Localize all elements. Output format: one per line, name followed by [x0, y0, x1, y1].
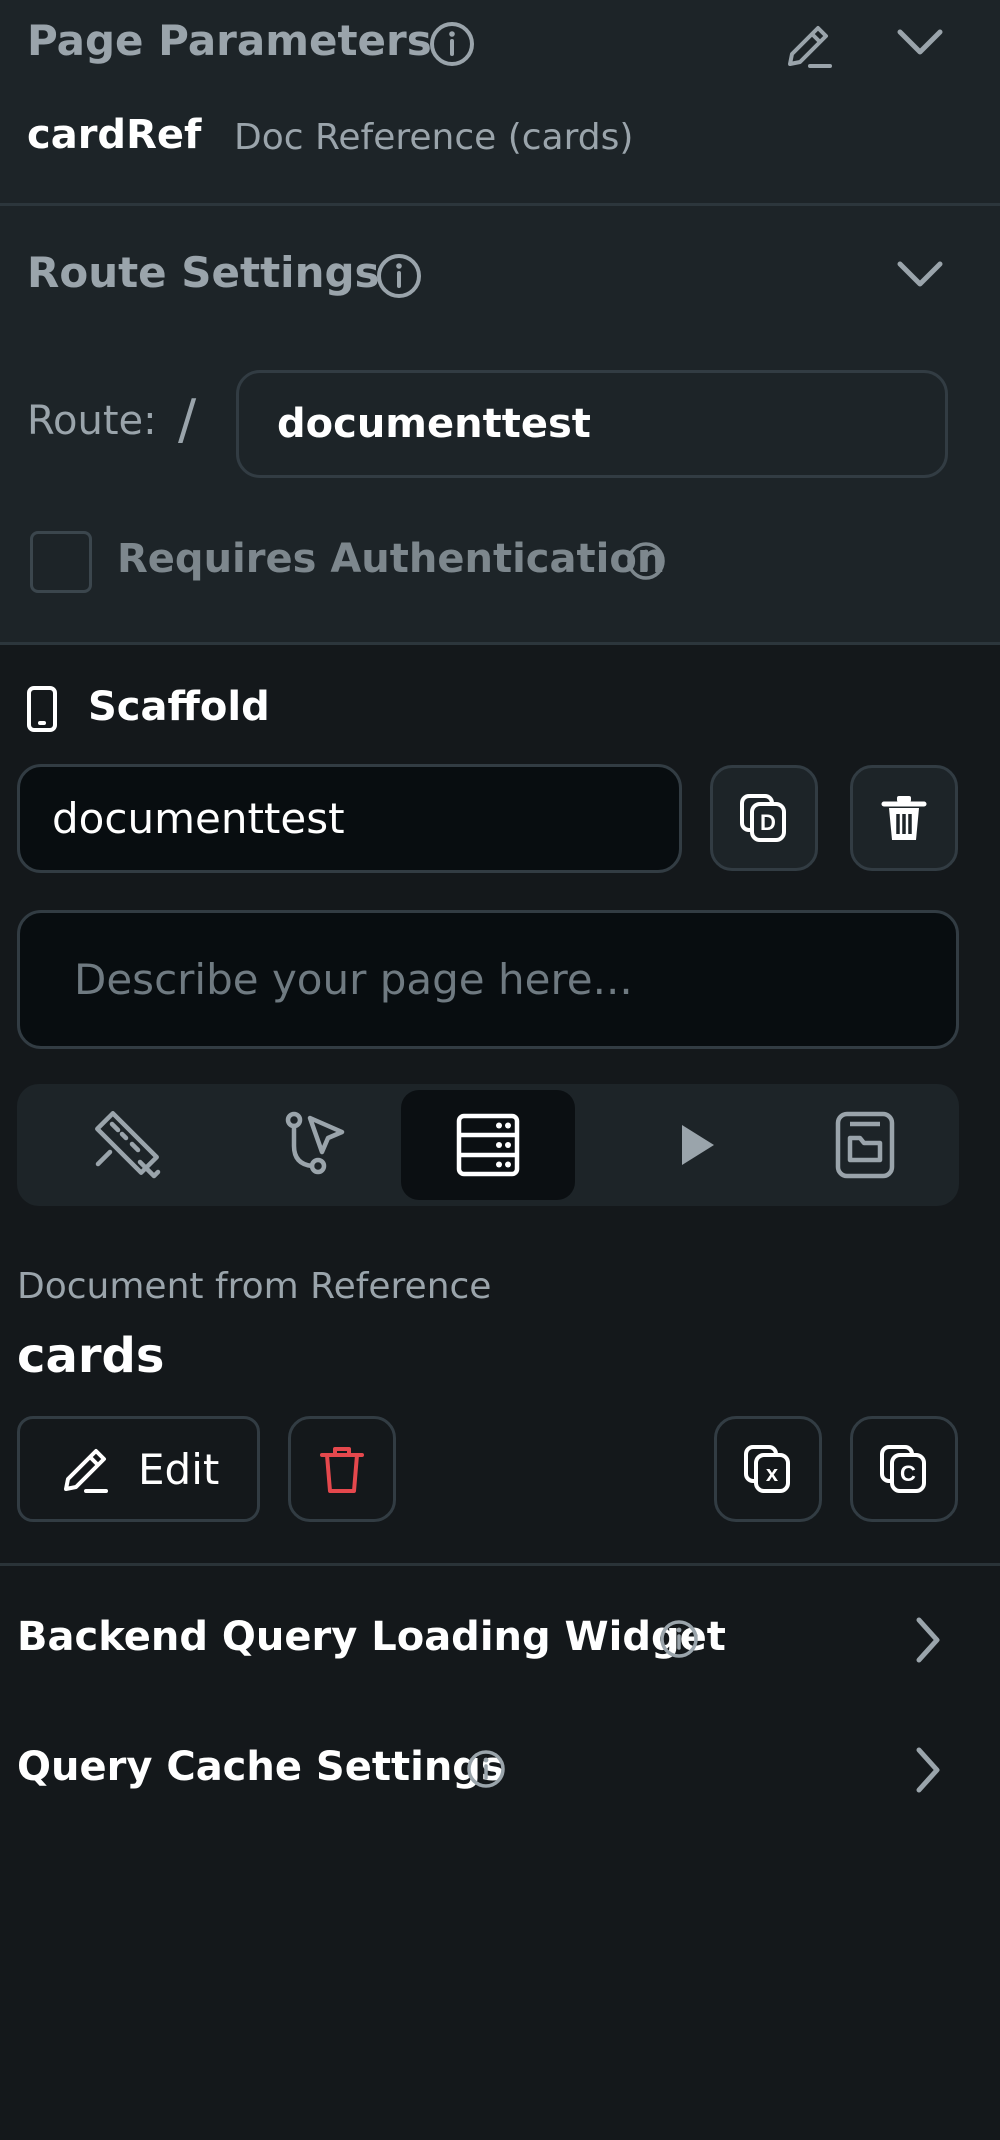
- route-settings-info-icon[interactable]: [371, 248, 427, 304]
- loading-widget-chevron-right-icon[interactable]: [900, 1612, 954, 1668]
- panel-tab-bar: [17, 1084, 959, 1206]
- delete-query-button[interactable]: [288, 1416, 396, 1522]
- requires-auth-info-icon[interactable]: [622, 537, 670, 585]
- svg-text:x: x: [766, 1461, 779, 1486]
- page-parameters-info-icon[interactable]: [424, 16, 480, 72]
- edit-query-button[interactable]: Edit: [17, 1416, 260, 1522]
- copy-query-button[interactable]: C: [850, 1416, 958, 1522]
- loading-widget-info-icon[interactable]: [656, 1616, 702, 1662]
- route-label: Route:: [27, 398, 157, 444]
- param-name: cardRef: [27, 112, 202, 158]
- page-parameters-chevron-down-icon[interactable]: [888, 14, 952, 70]
- flow-cursor-icon: [285, 1111, 345, 1175]
- play-icon: [682, 1125, 714, 1165]
- clear-copy-icon: x: [744, 1445, 790, 1493]
- tab-play[interactable]: [617, 1090, 777, 1200]
- ruler-pencil-icon: [95, 1111, 161, 1179]
- requires-auth-label: Requires Authentication: [117, 536, 666, 582]
- page-name-value: documenttest: [52, 794, 345, 843]
- phone-icon: [22, 684, 62, 734]
- tab-properties[interactable]: [47, 1090, 207, 1200]
- trash-icon: [881, 796, 927, 840]
- query-cache-chevron-right-icon[interactable]: [900, 1742, 954, 1798]
- database-icon: [456, 1113, 520, 1177]
- page-parameters-title: Page Parameters: [27, 16, 432, 65]
- trash-icon: [320, 1447, 364, 1493]
- divider: [0, 642, 1000, 645]
- route-input[interactable]: documenttest: [236, 370, 948, 478]
- route-settings-chevron-down-icon[interactable]: [888, 246, 952, 302]
- route-slash: /: [178, 388, 197, 451]
- copy-icon: C: [880, 1445, 926, 1493]
- clear-query-button[interactable]: x: [714, 1416, 822, 1522]
- query-cache-row[interactable]: Query Cache Settings: [0, 1730, 1000, 1810]
- tab-folder[interactable]: [785, 1090, 945, 1200]
- edit-parameters-icon[interactable]: [776, 14, 840, 78]
- route-input-value: documenttest: [277, 401, 591, 447]
- duplicate-icon: D: [740, 794, 786, 842]
- requires-auth-checkbox[interactable]: [30, 531, 92, 593]
- document-from-reference-label: Document from Reference: [17, 1266, 492, 1307]
- page-description-placeholder: Describe your page here...: [74, 955, 633, 1004]
- collection-name: cards: [17, 1328, 165, 1384]
- tab-actions[interactable]: [237, 1090, 397, 1200]
- page-name-input[interactable]: documenttest: [17, 764, 682, 873]
- param-type: Doc Reference (cards): [234, 117, 634, 158]
- edit-label: Edit: [138, 1444, 220, 1494]
- query-cache-info-icon[interactable]: [463, 1746, 509, 1792]
- divider: [0, 1563, 1000, 1566]
- folder-icon: [835, 1111, 895, 1179]
- svg-text:C: C: [900, 1461, 916, 1486]
- loading-widget-label: Backend Query Loading Widget: [17, 1614, 726, 1660]
- loading-widget-row[interactable]: Backend Query Loading Widget: [0, 1600, 1000, 1680]
- page-description-input[interactable]: Describe your page here...: [17, 910, 959, 1049]
- pencil-icon: [64, 1449, 108, 1493]
- scaffold-title: Scaffold: [88, 684, 270, 730]
- divider: [0, 203, 1000, 206]
- tab-backend-query[interactable]: [401, 1090, 575, 1200]
- query-cache-label: Query Cache Settings: [17, 1744, 505, 1790]
- duplicate-page-button[interactable]: D: [710, 765, 818, 871]
- svg-text:D: D: [760, 810, 776, 835]
- delete-page-button[interactable]: [850, 765, 958, 871]
- route-settings-title: Route Settings: [27, 248, 380, 297]
